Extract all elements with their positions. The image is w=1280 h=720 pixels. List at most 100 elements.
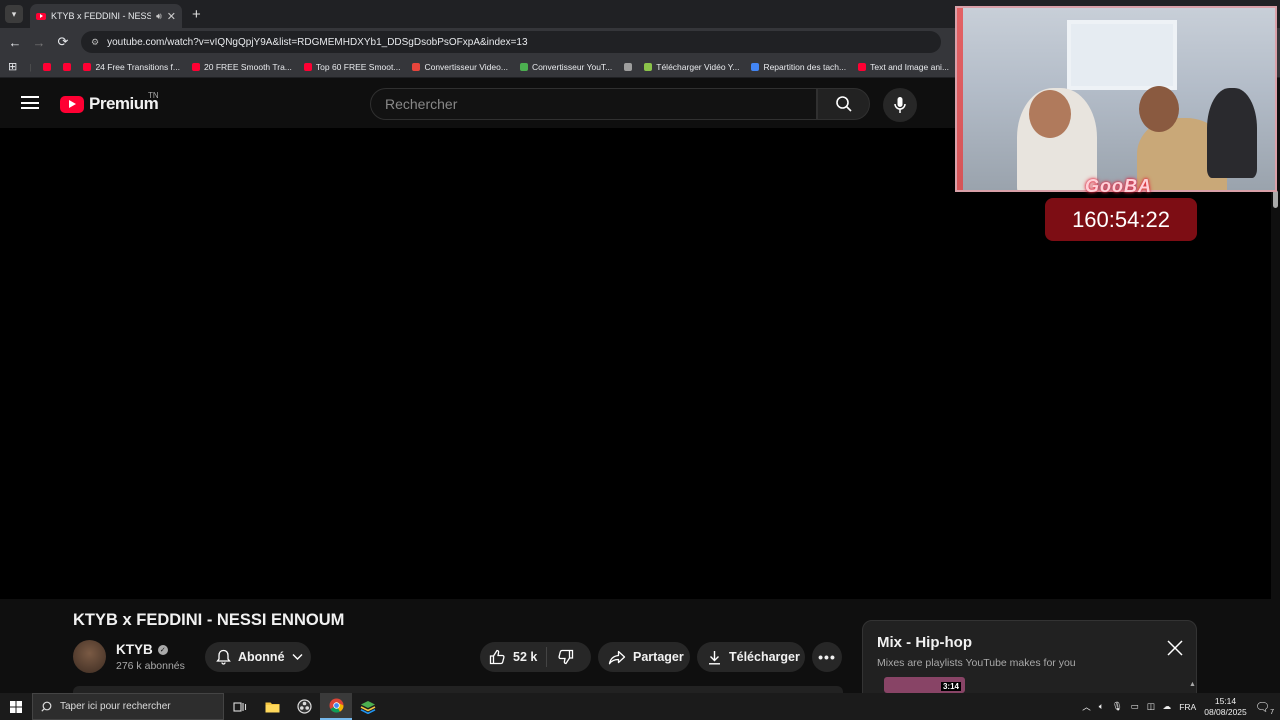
bookmark-favicon-icon <box>644 62 653 71</box>
bookmark-label: 24 Free Transitions f... <box>95 61 181 72</box>
bookmark-label: Top 60 FREE Smoot... <box>315 61 401 72</box>
bookmark-item[interactable] <box>43 62 52 71</box>
system-tray: ︿ 🔈︎ 🎙︎ ▭ ◫ ☁︎ FRA 15:14 08/08/2025 🗨︎ 7 <box>1082 693 1280 720</box>
bookmark-favicon-icon <box>43 62 52 71</box>
system-clock[interactable]: 15:14 08/08/2025 <box>1204 696 1247 718</box>
audio-playing-icon[interactable]: 🔊︎ <box>156 11 162 22</box>
apps-grid-icon[interactable]: ⊞ <box>8 60 17 73</box>
bookmark-label: Convertisseur YouT... <box>531 61 613 72</box>
download-button[interactable]: Télécharger <box>697 642 805 672</box>
bookmark-item[interactable]: Convertisseur Video... <box>412 61 508 72</box>
folder-icon <box>265 702 279 712</box>
streamer-tag: GooBA <box>1085 176 1152 196</box>
thumbs-up-icon <box>489 649 505 665</box>
video-title: KTYB x FEDDINI - NESSI ENNOUM <box>73 611 345 629</box>
new-tab-button[interactable]: + <box>192 6 201 23</box>
bookmark-favicon-icon <box>303 62 312 71</box>
windows-logo-icon <box>10 700 22 713</box>
bookmark-item[interactable] <box>63 62 72 71</box>
page-scrollbar[interactable] <box>1271 128 1280 693</box>
channel-name-row[interactable]: KTYB ✓ <box>116 642 168 657</box>
back-button[interactable]: ← <box>3 35 27 50</box>
bookmark-label: Text and Image ani... <box>870 61 950 72</box>
search-icon <box>41 701 52 712</box>
bookmark-item[interactable]: Text and Image ani... <box>858 62 949 72</box>
bookmark-favicon-icon <box>83 62 92 71</box>
voice-search-button[interactable] <box>883 88 917 122</box>
close-icon[interactable] <box>1166 639 1184 657</box>
reload-button[interactable]: ⟳ <box>51 34 75 50</box>
microphone-tray-icon[interactable]: 🎙︎ <box>1112 701 1123 712</box>
bookmark-item[interactable]: Top 60 FREE Smoot... <box>303 61 401 72</box>
bookmark-label: 20 FREE Smooth Tra... <box>204 61 292 72</box>
notification-center-button[interactable]: 🗨︎ 7 <box>1254 699 1274 716</box>
address-bar[interactable]: ⚙ youtube.com/watch?v=vIQNgQpjY9A&list=R… <box>81 31 941 53</box>
dislike-button[interactable] <box>547 649 574 665</box>
more-actions-button[interactable]: ••• <box>812 642 842 672</box>
volume-icon[interactable]: 🔈︎ <box>1099 701 1104 712</box>
obs-icon <box>296 699 312 714</box>
tray-chevron-up-icon[interactable]: ︿ <box>1082 701 1091 713</box>
taskbar-search-input[interactable]: Taper ici pour rechercher <box>32 693 224 720</box>
bookmark-item[interactable] <box>624 62 633 71</box>
country-code: TN <box>148 91 159 100</box>
subscribed-button[interactable]: Abonné <box>205 642 311 672</box>
tab-active[interactable]: KTYB x FEDDINI - NESSI EN 🔊︎ ✕ <box>30 4 182 28</box>
app-button-obs[interactable] <box>288 693 320 720</box>
like-count: 52 k <box>513 650 538 664</box>
thumbs-down-icon <box>558 649 574 665</box>
channel-name[interactable]: KTYB <box>116 642 153 657</box>
forward-button[interactable]: → <box>27 35 51 50</box>
tab-search-icon[interactable]: ▾ <box>5 5 23 23</box>
like-button[interactable]: 52 k <box>480 647 547 667</box>
bookmark-item[interactable]: 20 FREE Smooth Tra... <box>192 62 292 72</box>
overlay-glow <box>957 8 963 190</box>
task-view-button[interactable] <box>224 693 256 720</box>
mix-playlist-panel: Mix - Hip-hop Mixes are playlists YouTub… <box>862 620 1197 700</box>
bookmark-item[interactable]: Télécharger Vidéo Y... <box>644 62 739 72</box>
notification-icon: 🗨︎ <box>1254 699 1270 714</box>
bookmark-item[interactable]: Convertisseur YouT... <box>519 61 613 72</box>
channel-avatar[interactable] <box>73 640 106 673</box>
mix-item-thumbnail[interactable]: 3:14 <box>884 677 965 693</box>
share-icon <box>608 650 626 664</box>
file-explorer-button[interactable] <box>256 693 288 720</box>
microphone-icon <box>894 97 906 113</box>
share-label: Partager <box>633 650 684 664</box>
bookmark-favicon-icon <box>63 62 72 71</box>
mix-scroll-up-icon[interactable]: ▲ <box>1189 681 1196 688</box>
bookmark-item[interactable]: Repartition des tach... <box>751 62 846 72</box>
youtube-favicon-icon <box>36 12 46 20</box>
site-info-icon[interactable]: ⚙ <box>91 37 99 48</box>
onedrive-icon[interactable]: ☁︎ <box>1163 701 1172 712</box>
webcam-person-left-head <box>1029 90 1071 138</box>
download-icon <box>709 650 720 665</box>
app-button-chrome[interactable] <box>320 693 352 720</box>
display-icon[interactable]: ◫ <box>1147 701 1155 712</box>
menu-icon[interactable] <box>21 96 39 109</box>
verified-icon: ✓ <box>157 644 168 655</box>
share-button[interactable]: Partager <box>598 642 690 672</box>
network-icon[interactable]: ▭ <box>1131 701 1139 712</box>
bookmark-favicon-icon <box>858 62 867 71</box>
download-label: Télécharger <box>729 650 800 664</box>
layers-app-icon <box>360 700 376 714</box>
start-button[interactable] <box>0 693 32 720</box>
bookmark-item[interactable]: 24 Free Transitions f... <box>83 62 180 72</box>
url-text: youtube.com/watch?v=vIQNgQpjY9A&list=RDG… <box>107 36 528 48</box>
input-language[interactable]: FRA <box>1179 702 1196 712</box>
bell-icon <box>216 649 231 665</box>
youtube-premium-logo[interactable]: Premium <box>60 94 159 114</box>
scrollbar-thumb[interactable] <box>1273 190 1278 208</box>
bookmark-label: Convertisseur Video... <box>424 61 508 72</box>
notification-count: 7 <box>1270 708 1274 716</box>
mix-item-duration: 3:14 <box>940 682 961 691</box>
subscribed-label: Abonné <box>238 650 285 664</box>
app-button-stack[interactable] <box>352 693 384 720</box>
search-icon <box>835 96 852 112</box>
search-input[interactable]: Rechercher <box>370 88 817 120</box>
tab-close-icon[interactable]: ✕ <box>167 10 176 23</box>
webcam-overlay <box>955 6 1277 192</box>
windows-taskbar: Taper ici pour rechercher ︿ 🔈︎ 🎙︎ ▭ ◫ ☁︎… <box>0 693 1280 720</box>
search-button[interactable] <box>817 88 870 120</box>
